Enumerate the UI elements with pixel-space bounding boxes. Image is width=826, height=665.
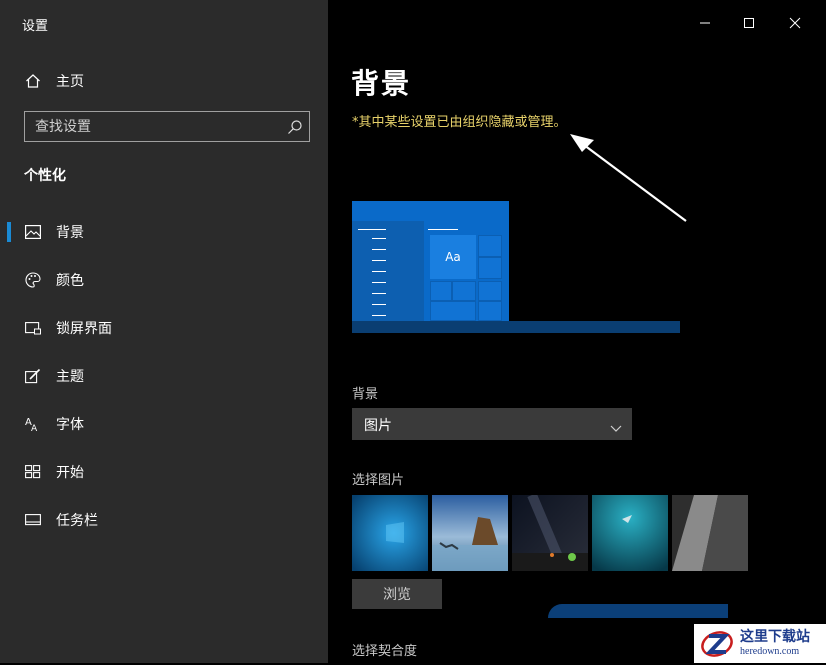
search-input[interactable] [25, 112, 275, 141]
watermark-logo-icon [700, 627, 734, 661]
preview-line [428, 229, 458, 230]
minimize-button[interactable] [690, 8, 720, 38]
background-type-value: 图片 [364, 418, 392, 434]
home-icon [24, 72, 42, 90]
preview-line [372, 293, 386, 294]
preview-tile [452, 281, 476, 301]
minimize-icon [699, 14, 711, 33]
nav-home[interactable]: 主页 [24, 69, 304, 93]
search-icon[interactable] [287, 119, 303, 135]
sidebar-item-label: 开始 [56, 465, 84, 481]
preview-line [372, 315, 386, 316]
preview-tile [478, 257, 502, 279]
sidebar-item-background[interactable]: 背景 [0, 212, 328, 252]
maximize-button[interactable] [734, 8, 764, 38]
preview-taskbar [352, 321, 680, 333]
watermark-url: heredown.com [740, 645, 800, 657]
start-icon [24, 463, 42, 481]
palette-icon [24, 271, 42, 289]
background-label: 背景 [352, 387, 379, 402]
page-title: 背景 [351, 67, 412, 100]
preview-line [372, 238, 386, 239]
chevron-down-icon [610, 418, 622, 437]
maximize-icon [743, 14, 755, 33]
preview-tile [478, 235, 502, 257]
taskbar-icon [24, 511, 42, 529]
sidebar-item-themes[interactable]: 主题 [0, 356, 328, 396]
preview-line [372, 304, 386, 305]
preview-line [372, 249, 386, 250]
theme-icon [24, 367, 42, 385]
preview-line [358, 229, 386, 230]
browse-button[interactable]: 浏览 [352, 579, 442, 609]
watermark: 这里下载站 heredown.com [694, 624, 826, 663]
sidebar-item-lock-screen[interactable]: 锁屏界面 [0, 308, 328, 348]
preview-strip [548, 604, 728, 618]
app-title: 设置 [22, 19, 49, 34]
lock-screen-icon [24, 319, 42, 337]
preview-start-menu [352, 221, 424, 321]
sidebar-item-label: 任务栏 [56, 513, 98, 529]
image-icon [24, 223, 42, 241]
preview-line [372, 271, 386, 272]
preview-tile [430, 301, 476, 321]
section-title: 个性化 [24, 168, 66, 184]
choose-fit-label: 选择契合度 [352, 644, 418, 659]
sidebar: 设置 主页 个性化 背景 颜色 锁屏界面 主题 [0, 0, 328, 663]
preview-line [372, 282, 386, 283]
close-icon [789, 14, 801, 33]
background-preview: Aa [352, 201, 680, 333]
preview-tile-aa: Aa [430, 235, 476, 279]
preview-tile [478, 281, 502, 301]
sidebar-item-fonts[interactable]: AA 字体 [0, 404, 328, 444]
preview-tile [430, 281, 452, 301]
choose-picture-label: 选择图片 [352, 473, 405, 488]
font-icon: AA [24, 415, 42, 433]
svg-text:A: A [31, 424, 38, 432]
sidebar-item-label: 背景 [56, 225, 84, 241]
preview-tile [478, 301, 502, 321]
sidebar-item-label: 主题 [56, 369, 84, 385]
sidebar-item-label: 字体 [56, 417, 84, 433]
sidebar-item-colors[interactable]: 颜色 [0, 260, 328, 300]
picture-thumbnail-4[interactable] [592, 495, 668, 571]
close-button[interactable] [780, 8, 810, 38]
search-box[interactable] [24, 111, 310, 142]
picture-thumbnail-1[interactable] [352, 495, 428, 571]
policy-warning: *其中某些设置已由组织隐藏或管理。 [352, 115, 567, 130]
sidebar-item-label: 颜色 [56, 273, 84, 289]
preview-line [372, 260, 386, 261]
nav-home-label: 主页 [56, 74, 84, 90]
sidebar-item-taskbar[interactable]: 任务栏 [0, 500, 328, 540]
sidebar-item-start[interactable]: 开始 [0, 452, 328, 492]
picture-thumbnail-5[interactable] [672, 495, 748, 571]
watermark-name: 这里下载站 [740, 629, 810, 646]
background-type-select[interactable]: 图片 [352, 408, 632, 440]
picture-thumbnail-2[interactable] [432, 495, 508, 571]
picture-thumbnail-3[interactable] [512, 493, 588, 573]
sidebar-item-label: 锁屏界面 [56, 321, 112, 337]
